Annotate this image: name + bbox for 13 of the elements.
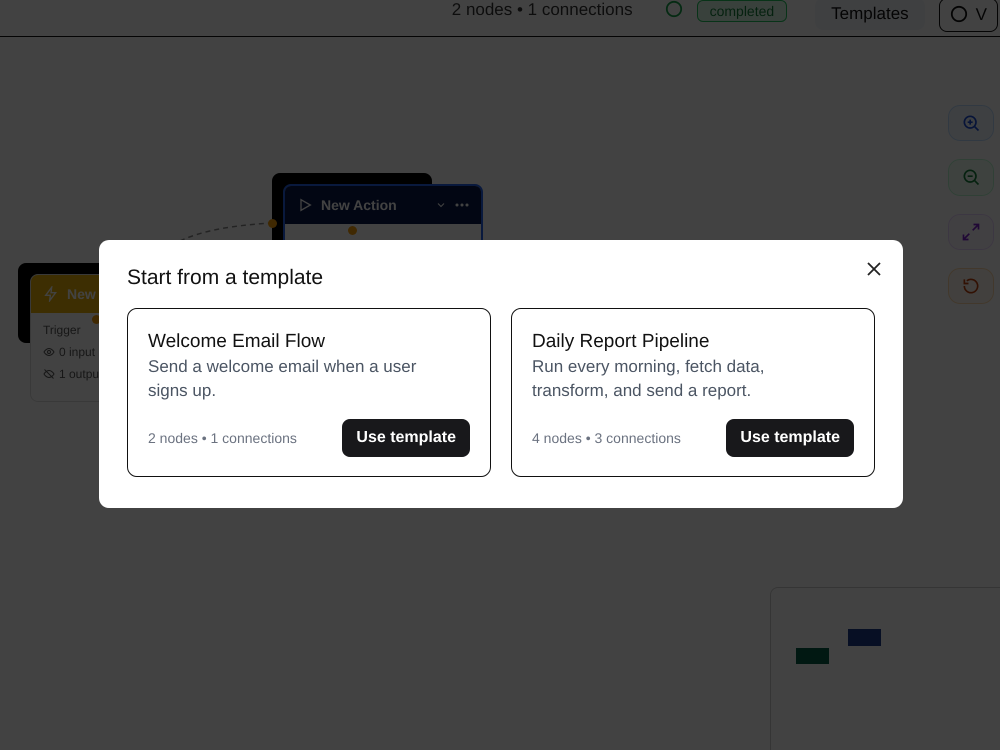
node-title: New Action <box>321 197 397 213</box>
template-description: Run every morning, fetch data, transform, and send a report. <box>532 356 766 402</box>
template-stats: 2 nodes • 1 connections <box>148 430 297 446</box>
node-title: New <box>67 286 96 302</box>
close-icon <box>867 262 881 276</box>
close-button[interactable] <box>865 260 883 278</box>
use-template-button[interactable]: Use template <box>726 419 854 457</box>
template-name: Daily Report Pipeline <box>532 331 710 353</box>
template-stats: 4 nodes • 3 connections <box>532 430 681 446</box>
template-name: Welcome Email Flow <box>148 331 326 353</box>
use-template-button[interactable]: Use template <box>342 419 470 457</box>
dialog-title: Start from a template <box>127 266 324 290</box>
template-description: Send a welcome email when a user signs up. <box>148 356 418 402</box>
